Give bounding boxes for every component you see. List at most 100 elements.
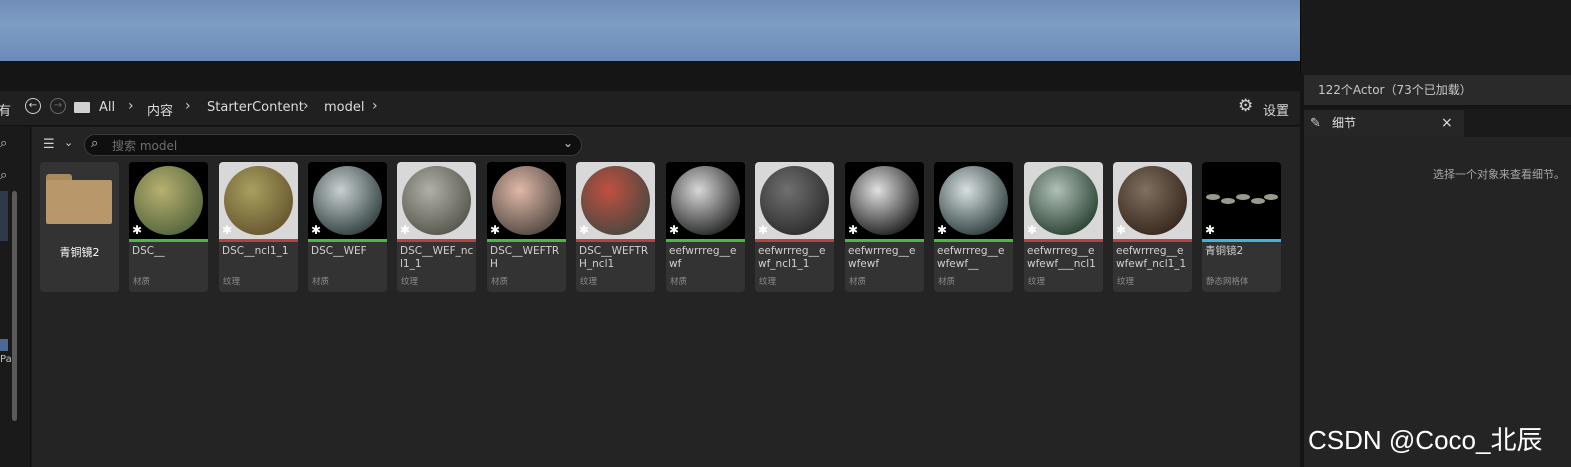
asset-type-bar bbox=[487, 239, 566, 242]
asset-thumbnail: ✱ bbox=[219, 162, 298, 239]
asset-tile[interactable]: ✱ DSC__ 材质 bbox=[129, 162, 208, 292]
tree-selected-item[interactable] bbox=[0, 339, 8, 351]
bronze-mirror-thumbnail bbox=[671, 166, 740, 235]
asset-type-bar bbox=[308, 239, 387, 242]
chevron-right-icon: › bbox=[303, 98, 309, 114]
asset-tile[interactable]: ✱ DSC__WEFTRH 材质 bbox=[487, 162, 566, 292]
sources-panel-collapsed: ⌕ ⌕ Pa bbox=[0, 127, 31, 467]
asset-tile[interactable]: ✱ 青铜镜2 静态网格体 bbox=[1202, 162, 1281, 292]
breadcrumb-startercontent[interactable]: StarterContent bbox=[207, 100, 304, 115]
level-viewport[interactable] bbox=[0, 0, 1300, 61]
tree-scroll-track[interactable] bbox=[0, 191, 8, 241]
asset-tile[interactable]: ✱ eefwrrreg__ewfewf__ 材质 bbox=[934, 162, 1013, 292]
mesh-thumbnail bbox=[1206, 192, 1278, 208]
asset-tile[interactable]: ✱ eefwrrreg__ewfewf_ncl1_1 纹理 bbox=[1113, 162, 1192, 292]
asset-name: 青铜镜2 bbox=[59, 246, 100, 259]
filter-icon[interactable]: ☰ bbox=[43, 137, 55, 152]
chevron-down-icon[interactable]: ⌄ bbox=[64, 136, 73, 149]
asset-type-label: 纹理 bbox=[223, 277, 241, 287]
close-icon[interactable]: × bbox=[1441, 110, 1453, 137]
asset-type-label: 材质 bbox=[491, 277, 509, 287]
back-icon[interactable]: ← bbox=[25, 98, 41, 114]
asset-thumbnail: ✱ bbox=[845, 162, 924, 239]
asset-type-bar bbox=[755, 239, 834, 242]
asset-type-icon: ✱ bbox=[222, 223, 233, 237]
asset-name: 青铜镜2 bbox=[1205, 245, 1244, 257]
watermark: CSDN @Coco_北辰 bbox=[1308, 425, 1543, 455]
asset-tile[interactable]: ✱ DSC__WEFTRH_ncl1 纹理 bbox=[576, 162, 655, 292]
asset-type-icon: ✱ bbox=[1027, 223, 1038, 237]
search-input[interactable]: ⌕ 搜索 model ⌄ bbox=[84, 134, 582, 156]
asset-thumbnail: ✱ bbox=[934, 162, 1013, 239]
asset-type-icon: ✱ bbox=[400, 223, 411, 237]
asset-name: eefwrrreg__ewfewf_ncl1_1 bbox=[1116, 245, 1187, 270]
bronze-mirror-thumbnail bbox=[1029, 166, 1098, 235]
content-browser-toolbar: 有 ← → ⚙ 设置 bbox=[0, 91, 1300, 126]
chevron-right-icon: › bbox=[128, 98, 134, 114]
asset-thumbnail: ✱ bbox=[1024, 162, 1103, 239]
asset-thumbnail: ✱ bbox=[397, 162, 476, 239]
chevron-down-icon[interactable]: ⌄ bbox=[563, 136, 573, 150]
asset-type-bar bbox=[576, 239, 655, 242]
asset-name: eefwrrreg__ewf bbox=[669, 245, 737, 270]
bronze-mirror-thumbnail bbox=[581, 166, 650, 235]
forward-icon[interactable]: → bbox=[50, 98, 66, 114]
tree-cut-label: Pa bbox=[0, 354, 12, 365]
scrollbar-thumb[interactable] bbox=[12, 191, 17, 421]
pencil-icon: ✎ bbox=[1310, 116, 1321, 131]
asset-type-label: 静态网格体 bbox=[1206, 277, 1249, 287]
asset-tile[interactable]: ✱ eefwrrreg__ewfewf 材质 bbox=[845, 162, 924, 292]
asset-type-icon: ✱ bbox=[1116, 223, 1127, 237]
asset-type-bar bbox=[845, 239, 924, 242]
asset-name: DSC__ncl1_1 bbox=[222, 245, 289, 257]
outliner-panel bbox=[1300, 0, 1571, 75]
asset-type-label: 材质 bbox=[938, 277, 956, 287]
asset-thumbnail: ✱ bbox=[129, 162, 208, 239]
asset-thumbnail: ✱ bbox=[487, 162, 566, 239]
folder-tile[interactable]: 青铜镜2 bbox=[40, 162, 119, 292]
search-placeholder: 搜索 model bbox=[112, 139, 178, 153]
details-tab-label: 细节 bbox=[1332, 116, 1357, 130]
asset-thumbnail: ✱ bbox=[1113, 162, 1192, 239]
asset-type-label: 材质 bbox=[312, 277, 330, 287]
settings-gear-icon[interactable]: ⚙ bbox=[1238, 96, 1253, 116]
asset-tile[interactable]: ✱ eefwrrreg__ewf 材质 bbox=[666, 162, 745, 292]
bronze-mirror-thumbnail bbox=[492, 166, 561, 235]
asset-type-icon: ✱ bbox=[758, 223, 769, 237]
asset-type-label: 纹理 bbox=[401, 277, 419, 287]
bronze-mirror-thumbnail bbox=[939, 166, 1008, 235]
asset-thumbnail: ✱ bbox=[755, 162, 834, 239]
asset-thumbnail: ✱ bbox=[1202, 162, 1281, 239]
bronze-mirror-thumbnail bbox=[224, 166, 293, 235]
asset-type-icon: ✱ bbox=[311, 223, 322, 237]
asset-tile[interactable]: ✱ DSC__WEF 材质 bbox=[308, 162, 387, 292]
asset-name: DSC__WEF_ncl1_1 bbox=[400, 245, 474, 270]
breadcrumb-model[interactable]: model bbox=[324, 100, 364, 115]
asset-type-icon: ✱ bbox=[579, 223, 590, 237]
asset-thumbnail: ✱ bbox=[308, 162, 387, 239]
asset-tile[interactable]: ✱ DSC__WEF_ncl1_1 纹理 bbox=[397, 162, 476, 292]
asset-type-label: 纹理 bbox=[580, 277, 598, 287]
asset-type-label: 纹理 bbox=[759, 277, 777, 287]
asset-type-label: 纹理 bbox=[1117, 277, 1135, 287]
asset-name: DSC__WEFTRH_ncl1 bbox=[579, 245, 649, 270]
folder-icon[interactable] bbox=[74, 102, 90, 113]
breadcrumb-content[interactable]: 内容 bbox=[147, 100, 173, 119]
asset-tile[interactable]: ✱ eefwrrreg__ewf_ncl1_1 纹理 bbox=[755, 162, 834, 292]
viewport-status-bar bbox=[0, 61, 1300, 91]
asset-type-bar bbox=[129, 239, 208, 242]
asset-type-icon: ✱ bbox=[490, 223, 501, 237]
bronze-mirror-thumbnail bbox=[134, 166, 203, 235]
asset-tile[interactable]: ✱ eefwrrreg__ewfewf___ncl1 纹理 bbox=[1024, 162, 1103, 292]
search-icon[interactable]: ⌕ bbox=[0, 136, 7, 151]
asset-tile[interactable]: ✱ DSC__ncl1_1 纹理 bbox=[219, 162, 298, 292]
chevron-right-icon: › bbox=[185, 98, 191, 114]
breadcrumb-all[interactable]: All bbox=[99, 100, 115, 115]
asset-thumbnail: ✱ bbox=[666, 162, 745, 239]
details-empty-message: 选择一个对象来查看细节。 bbox=[1433, 168, 1565, 181]
tab-details[interactable]: ✎ 细节 × bbox=[1304, 110, 1464, 137]
settings-button[interactable]: 设置 bbox=[1263, 100, 1289, 119]
folder-icon bbox=[46, 174, 112, 224]
asset-thumbnail: ✱ bbox=[576, 162, 655, 239]
search-icon[interactable]: ⌕ bbox=[0, 168, 7, 183]
